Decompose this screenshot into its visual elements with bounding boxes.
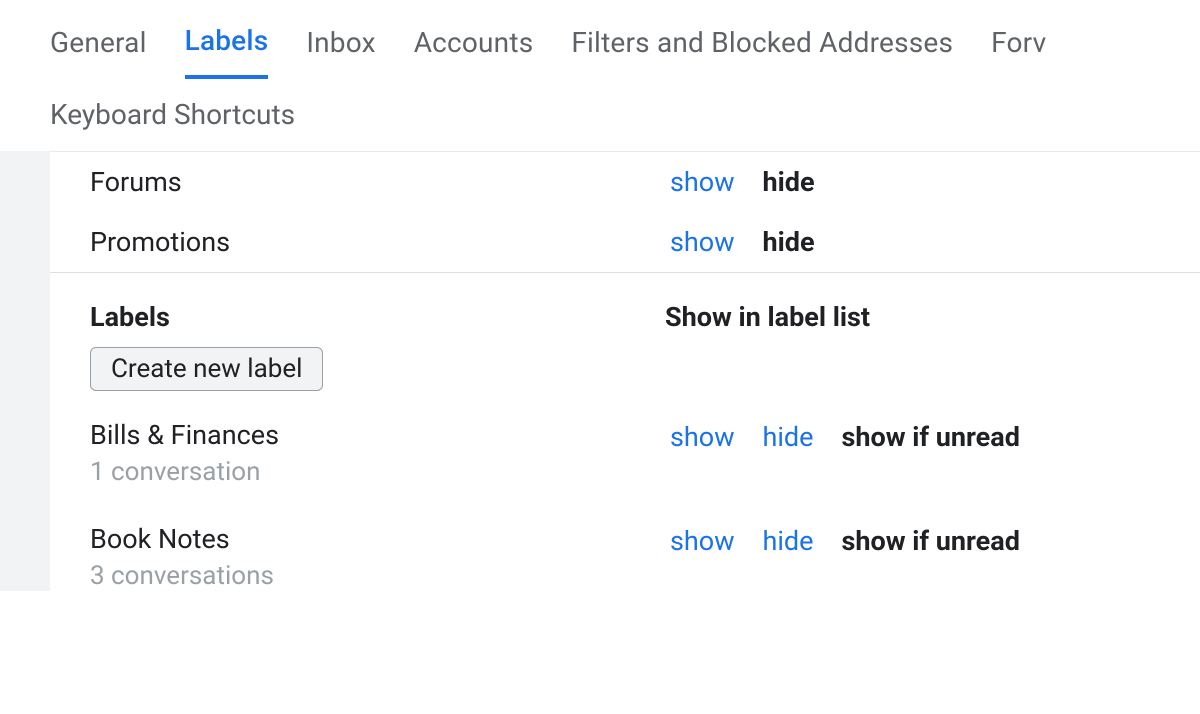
label-row-book-notes: Book Notes 3 conversations show hide sho… xyxy=(50,487,1200,591)
show-link[interactable]: show xyxy=(670,421,735,453)
label-name: Book Notes xyxy=(90,523,670,555)
settings-tabs-row2: Keyboard Shortcuts xyxy=(0,80,1200,151)
settings-tabs-row1: General Labels Inbox Accounts Filters an… xyxy=(0,0,1200,80)
labels-column-title: Show in label list xyxy=(665,301,870,333)
hide-link[interactable]: hide xyxy=(763,421,814,453)
show-link[interactable]: show xyxy=(670,525,735,557)
tab-forwarding[interactable]: Forv xyxy=(991,20,1046,77)
content-area: Forums show hide Promotions show hide La… xyxy=(0,151,1200,591)
labels-section-header: Labels Show in label list xyxy=(50,273,1200,341)
labels-section-title: Labels xyxy=(90,301,665,333)
show-if-unread-link[interactable]: show if unread xyxy=(841,421,1019,453)
tab-general[interactable]: General xyxy=(50,20,147,77)
left-gutter xyxy=(0,151,50,591)
show-link[interactable]: show xyxy=(670,166,735,198)
category-name: Promotions xyxy=(90,226,230,258)
tab-filters[interactable]: Filters and Blocked Addresses xyxy=(571,20,953,77)
tab-accounts[interactable]: Accounts xyxy=(414,20,534,77)
create-label-row: Create new label xyxy=(50,341,1200,409)
hide-link[interactable]: hide xyxy=(763,525,814,557)
main-content: Forums show hide Promotions show hide La… xyxy=(50,151,1200,591)
show-link[interactable]: show xyxy=(670,226,735,258)
tab-labels[interactable]: Labels xyxy=(185,18,269,79)
category-name: Forums xyxy=(90,166,182,198)
tab-keyboard-shortcuts[interactable]: Keyboard Shortcuts xyxy=(50,98,295,131)
hide-link[interactable]: hide xyxy=(763,166,815,198)
label-name: Bills & Finances xyxy=(90,419,670,451)
label-conversations: 1 conversation xyxy=(90,457,670,487)
hide-link[interactable]: hide xyxy=(763,226,815,258)
show-if-unread-link[interactable]: show if unread xyxy=(841,525,1019,557)
create-new-label-button[interactable]: Create new label xyxy=(90,347,323,391)
label-row-bills-finances: Bills & Finances 1 conversation show hid… xyxy=(50,409,1200,487)
label-conversations: 3 conversations xyxy=(90,561,670,591)
tab-inbox[interactable]: Inbox xyxy=(306,20,375,77)
category-row-promotions: Promotions show hide xyxy=(50,212,1200,272)
category-row-forums: Forums show hide xyxy=(50,152,1200,212)
